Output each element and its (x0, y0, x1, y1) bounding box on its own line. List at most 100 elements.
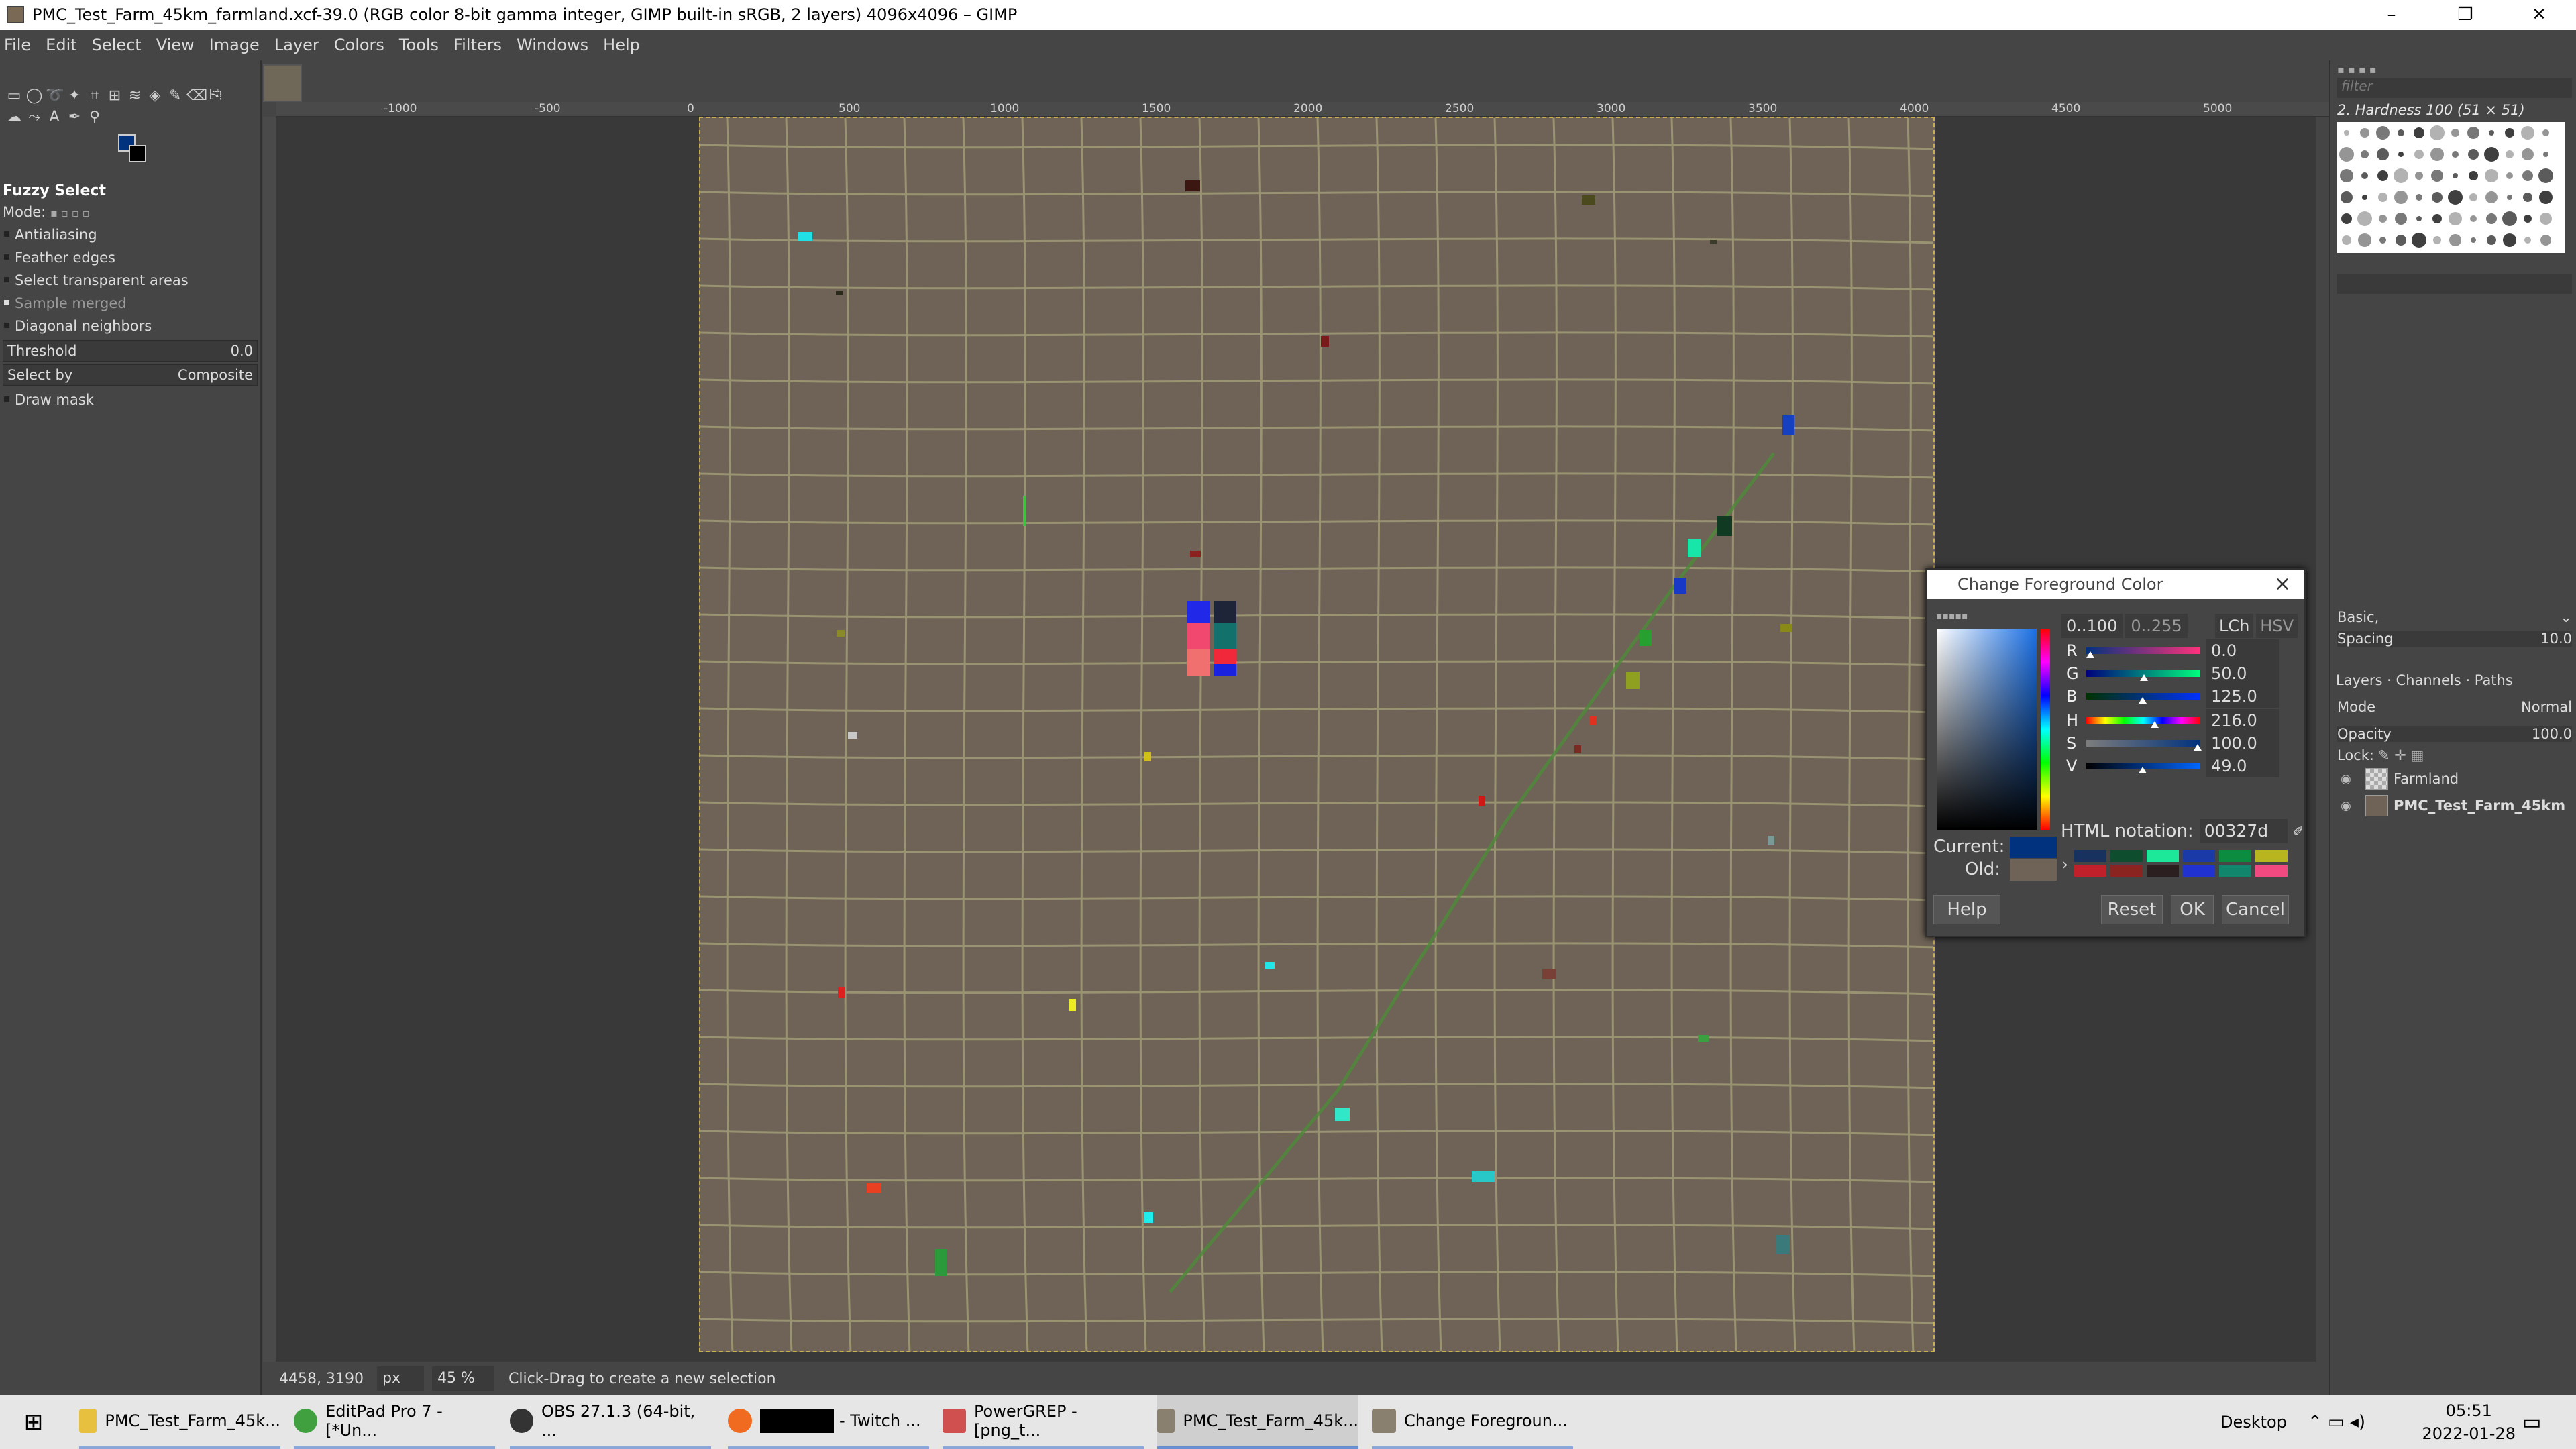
unit-dropdown[interactable]: px (377, 1366, 424, 1391)
brush-preset-icon[interactable] (2448, 190, 2463, 205)
brush-preset-icon[interactable] (2523, 193, 2532, 202)
brush-preset-icon[interactable] (2451, 129, 2459, 137)
select-by-dropdown[interactable]: Select by Composite (3, 364, 258, 386)
paintbrush-icon[interactable]: ✎ (166, 87, 184, 105)
tab-channels[interactable]: Channels (2396, 672, 2461, 688)
menu-colors[interactable]: Colors (334, 36, 384, 54)
history-color-swatch[interactable] (2255, 850, 2288, 862)
color-picker-icon[interactable]: ✒ (66, 109, 83, 126)
brush-preset-icon[interactable] (2414, 150, 2424, 159)
history-color-swatch[interactable] (2074, 865, 2106, 877)
brush-preset-icon[interactable] (2416, 216, 2422, 221)
ok-button[interactable]: OK (2171, 895, 2214, 924)
zoom-icon[interactable]: ⚲ (86, 109, 103, 126)
menu-layer[interactable]: Layer (274, 36, 319, 54)
brush-preset-icon[interactable] (2398, 129, 2404, 136)
menu-help[interactable]: Help (603, 36, 640, 54)
taskbar-item[interactable]: PMC_Test_Farm_45k... (79, 1395, 280, 1449)
taskbar-item[interactable]: EditPad Pro 7 - [*Un... (294, 1395, 495, 1449)
history-color-swatch[interactable] (2219, 850, 2251, 862)
brush-preset-icon[interactable] (2394, 191, 2408, 204)
color-selector-tabs-icon[interactable]: ▪▪▪▪▪ (1936, 611, 1968, 622)
taskbar-item[interactable]: OBS 27.1.3 (64-bit, ... (510, 1395, 711, 1449)
mode-buttons-icon[interactable]: ▪ ▫ ▫ ▫ (50, 207, 90, 219)
slider-handle[interactable] (2140, 674, 2148, 681)
brush-preset-icon[interactable] (2468, 149, 2479, 160)
diagonal-checkbox[interactable]: Diagonal neighbors (0, 315, 260, 337)
range-0-255-button[interactable]: 0..255 (2125, 614, 2188, 638)
brush-preset-icon[interactable] (2469, 171, 2478, 180)
antialiasing-checkbox[interactable]: Antialiasing (0, 223, 260, 246)
brush-preset-icon[interactable] (2503, 233, 2516, 247)
brush-preset-icon[interactable] (2506, 150, 2514, 158)
brush-preset-icon[interactable] (2505, 128, 2514, 138)
brush-preset-icon[interactable] (2379, 215, 2387, 223)
brush-preset-icon[interactable] (2502, 211, 2517, 226)
crop-icon[interactable]: ⌗ (86, 87, 103, 105)
slider-handle[interactable] (2151, 721, 2159, 728)
history-color-swatch[interactable] (2147, 850, 2179, 862)
brush-preset-icon[interactable] (2358, 233, 2371, 247)
desktop-toolbar[interactable]: Desktop (2220, 1395, 2287, 1449)
brush-preset-icon[interactable] (2357, 211, 2372, 226)
threshold-slider[interactable]: Threshold 0.0 (3, 340, 258, 362)
slider-s[interactable]: S 100.0 (2066, 731, 2298, 756)
slider-handle[interactable] (2139, 767, 2147, 773)
rect-select-icon[interactable]: ▭ (5, 87, 23, 105)
history-color-swatch[interactable] (2110, 865, 2143, 877)
brush-preset-icon[interactable] (2379, 237, 2386, 244)
brush-preset-icon[interactable] (2412, 233, 2426, 248)
brush-preset-icon[interactable] (2524, 215, 2532, 223)
brush-preset-icon[interactable] (2449, 212, 2462, 225)
range-0-100-button[interactable]: 0..100 (2061, 614, 2123, 638)
slider-value-input[interactable]: 216.0 (2206, 709, 2279, 732)
history-color-swatch[interactable] (2147, 865, 2179, 877)
brush-preset-icon[interactable] (2340, 169, 2353, 182)
slider-track[interactable] (2086, 693, 2200, 704)
brush-preset-icon[interactable] (2360, 128, 2369, 138)
history-color-swatch[interactable] (2219, 865, 2251, 877)
vertical-scroll-area[interactable] (2337, 274, 2572, 294)
slider-value-input[interactable]: 0.0 (2206, 639, 2279, 662)
sample-merged-checkbox[interactable]: Sample merged (0, 292, 260, 315)
slider-track[interactable] (2086, 647, 2200, 658)
brush-preset-icon[interactable] (2489, 130, 2494, 136)
farmland-map-image[interactable] (699, 117, 1935, 1352)
brush-preset-icon[interactable] (2341, 191, 2353, 203)
menu-windows[interactable]: Windows (517, 36, 588, 54)
layer-row[interactable]: ◉ Farmland (2336, 766, 2572, 792)
brush-preset-icon[interactable] (2396, 235, 2406, 246)
brush-preset-icon[interactable] (2398, 152, 2404, 157)
clone-icon[interactable]: ⎘ (207, 87, 224, 105)
brush-preset-icon[interactable] (2377, 148, 2389, 160)
tray-icons[interactable]: ⌃ ▭ ◂) (2308, 1395, 2365, 1449)
old-color-swatch[interactable] (2010, 859, 2057, 881)
opacity-slider[interactable]: Opacity 100.0 (2337, 726, 2572, 742)
reset-button[interactable]: Reset (2101, 895, 2163, 924)
unified-transform-icon[interactable]: ⊞ (106, 87, 123, 105)
brush-preset-icon[interactable] (2431, 170, 2443, 182)
brush-preset-icon[interactable] (2540, 235, 2551, 246)
brush-preset-icon[interactable] (2339, 147, 2354, 162)
taskbar-item[interactable]: - Twitch ... (728, 1395, 929, 1449)
slider-handle[interactable] (2086, 651, 2094, 658)
slider-value-input[interactable]: 49.0 (2206, 755, 2279, 777)
brush-preset-icon[interactable] (2452, 151, 2459, 158)
slider-g[interactable]: G 50.0 (2066, 661, 2298, 686)
brush-preset-icon[interactable] (2449, 234, 2461, 246)
slider-value-input[interactable]: 50.0 (2206, 662, 2279, 685)
layer-mode-row[interactable]: Mode Normal (2337, 699, 2572, 715)
brush-preset-icon[interactable] (2540, 213, 2552, 225)
brush-preset-icon[interactable] (2378, 193, 2387, 202)
eye-icon[interactable]: ◉ (2336, 772, 2356, 786)
brush-preset-icon[interactable] (2522, 148, 2534, 160)
draw-mask-checkbox[interactable]: Draw mask (0, 388, 260, 411)
system-clock[interactable]: 05:51 2022-01-28 (2422, 1399, 2516, 1445)
smudge-icon[interactable]: ☁ (5, 109, 23, 126)
taskbar-item[interactable]: PMC_Test_Farm_45k... (1157, 1395, 1358, 1449)
brush-preset-icon[interactable] (2524, 237, 2531, 244)
brush-preset-icon[interactable] (2484, 147, 2499, 162)
brush-preset-icon[interactable] (2485, 191, 2498, 203)
layer-row[interactable]: ◉ PMC_Test_Farm_45km (2336, 793, 2572, 818)
menu-edit[interactable]: Edit (46, 36, 76, 54)
